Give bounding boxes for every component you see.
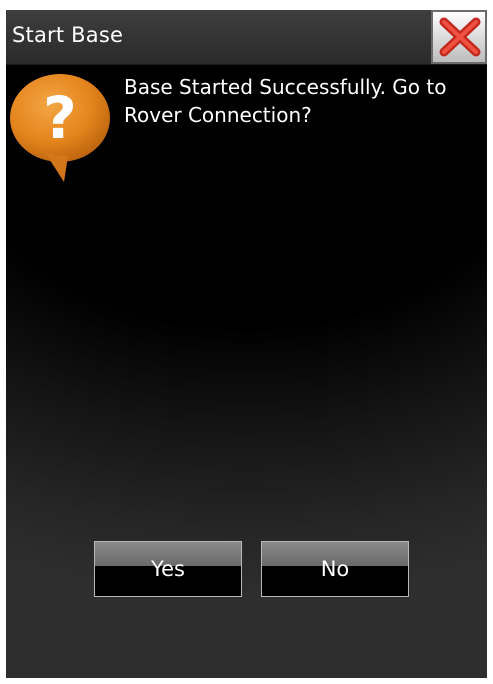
dialog-message: Base Started Successfully. Go to Rover C… xyxy=(124,75,447,127)
svg-text:?: ? xyxy=(43,84,77,152)
title-bar: Start Base xyxy=(6,10,487,65)
question-icon: ? xyxy=(6,72,116,184)
no-button[interactable]: No xyxy=(261,541,409,597)
close-icon xyxy=(439,17,481,57)
dialog-title: Start Base xyxy=(12,23,124,47)
dialog-screen: Start Base ? Base Started Successfully. … xyxy=(6,10,487,678)
yes-button[interactable]: Yes xyxy=(94,541,242,597)
close-button[interactable] xyxy=(431,10,487,64)
